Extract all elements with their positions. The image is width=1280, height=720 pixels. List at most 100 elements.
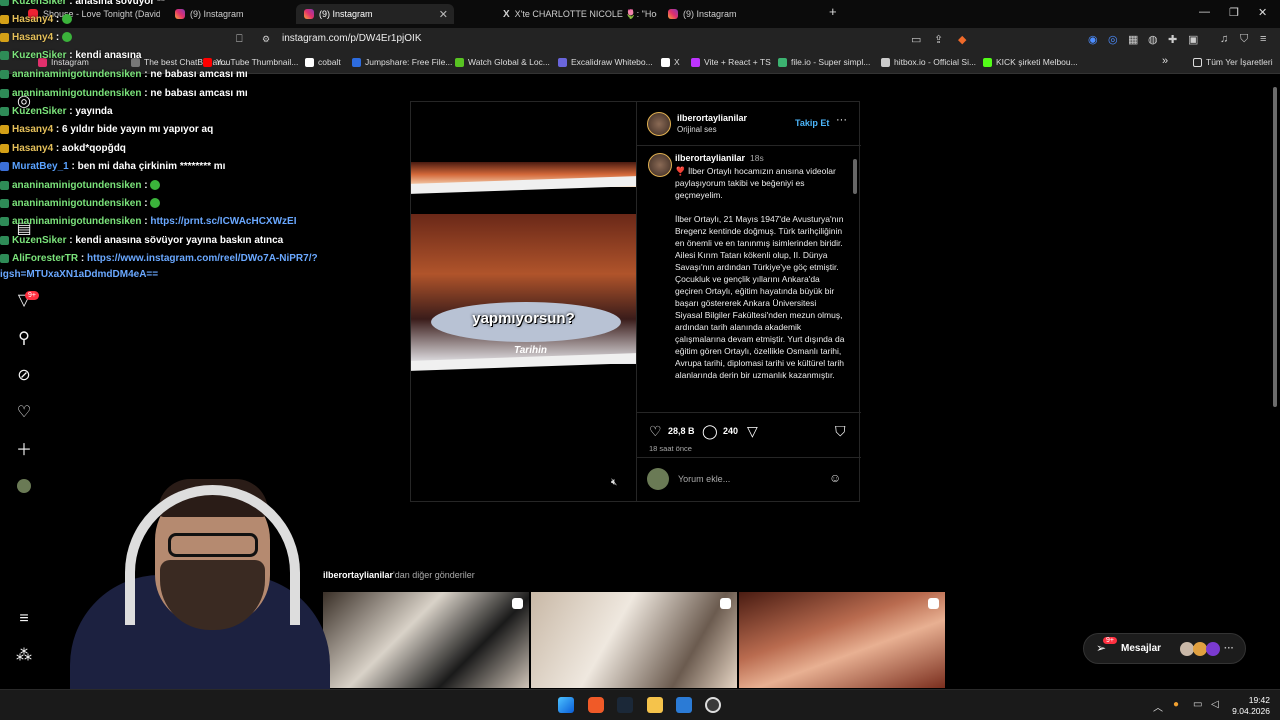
audio-label[interactable]: Orijinal ses [677,125,717,134]
chat-message: ananinaminigotundensiken : [0,180,161,191]
caption-scrollbar[interactable] [852,147,858,412]
author-name[interactable]: ilberortaylianilar [677,113,747,123]
extension-icon[interactable]: ▦ [1128,33,1138,46]
bookmarks-overflow-button[interactable]: » [1162,55,1168,67]
chat-link[interactable]: igsh=MTUxaXN1aDdmdDM4eA== [0,269,158,280]
chat-link[interactable]: https://prnt.sc/ICWAcHCXWzEI [150,216,296,227]
close-tab-icon[interactable]: ✕ [439,8,448,21]
comment-input[interactable]: Yorum ekle... [678,474,730,484]
author-avatar[interactable] [647,112,671,136]
chat-username[interactable]: ananinaminigotundensiken [12,216,141,227]
chat-badge-icon [0,180,9,190]
chat-username[interactable]: MuratBey_1 [12,161,69,172]
cast-icon[interactable]: ▭ [911,33,921,46]
chat-message: KuzenSiker : anasına sövüyor ** [0,0,165,7]
create-icon[interactable]: ＋ [15,442,33,460]
emoji-icon[interactable]: ☺ [829,471,841,485]
steam-icon[interactable] [617,697,633,713]
caption-author-avatar[interactable] [648,153,672,177]
all-bookmarks-button[interactable]: Tüm Yer İşaretleri [1193,57,1273,67]
brave-shield-icon[interactable]: ◆ [958,33,966,46]
more-post-thumbnail[interactable] [739,592,945,688]
minimize-icon[interactable]: — [1199,6,1210,18]
network-icon[interactable]: ▭ [1193,699,1202,710]
bookmark-item[interactable]: Vite + React + TS [691,57,771,67]
share-icon[interactable]: ▽ [747,423,758,440]
chat-username[interactable]: ananinaminigotundensiken [12,69,141,80]
close-window-icon[interactable]: ✕ [1258,6,1267,19]
bookmark-item[interactable]: Watch Global & Loc... [455,57,550,67]
chat-link[interactable]: https://www.instagram.com/reel/DWo7A-NiP… [87,253,318,264]
music-icon[interactable]: ♫ [1220,33,1228,45]
wallet-icon[interactable]: ⛉ [1240,33,1248,46]
tab-x[interactable]: X X'te CHARLOTTE NICOLE 🌷: "Hooo [495,4,657,24]
like-count[interactable]: 28,8 B [668,426,695,436]
profile-avatar[interactable] [15,479,33,497]
reel-icon [720,598,731,609]
tray-app-icon[interactable]: ● [1173,699,1179,710]
chat-message: ananinaminigotundensiken : ne babası amc… [0,88,248,99]
chat-username[interactable]: Hasany4 [12,32,53,43]
share-icon[interactable]: ⇪ [934,33,943,46]
caption-author[interactable]: ilberortaylianilar [675,153,745,163]
more-menu-icon[interactable]: ≡ [15,610,33,628]
bookmark-item[interactable]: file.io - Super simpl... [778,57,870,67]
chat-username[interactable]: KuzenSiker [12,106,66,117]
sidebar-icon[interactable]: ▣ [1188,33,1198,46]
save-bookmark-icon[interactable]: ⛉ [835,423,846,440]
chat-badge-icon [0,143,9,153]
windows-start-icon[interactable] [558,697,574,713]
bookmark-item[interactable]: Jumpshare: Free File... [352,57,452,67]
bookmark-item[interactable]: X [661,57,680,67]
notifications-heart-icon[interactable]: ♡ [15,404,33,422]
chat-username[interactable]: ananinaminigotundensiken [12,180,141,191]
app-icon[interactable] [705,697,721,713]
file-explorer-icon[interactable] [647,697,663,713]
also-from-meta-icon[interactable]: ⁂ [15,647,33,665]
maximize-icon[interactable]: ❐ [1229,6,1239,19]
chat-username[interactable]: KuzenSiker [12,50,66,61]
mute-icon[interactable]: 🔇︎ [611,477,617,488]
chat-text: : aokd*qopğdq [53,143,126,154]
chat-username[interactable]: ananinaminigotundensiken [12,198,141,209]
messages-button[interactable]: ➢ 9+ Mesajlar ··· [1083,633,1246,664]
comment-icon[interactable]: ◯ [702,423,718,440]
post-video[interactable]: yapmıyorsun? Tarihin 🔇︎ [411,102,636,501]
chat-username[interactable]: AliForesterTR [12,253,78,264]
follow-button[interactable]: Takip Et [795,118,829,128]
bookmark-item[interactable]: KICK şirketi Melbou... [983,57,1078,67]
extension-icon[interactable]: ◉ [1088,33,1098,46]
like-heart-icon[interactable]: ♡ [649,423,662,440]
chat-username[interactable]: ananinaminigotundensiken [12,88,141,99]
volume-icon[interactable]: ◁ [1211,699,1219,710]
tray-overflow-icon[interactable]: ︿ [1153,699,1163,714]
more-post-thumbnail[interactable] [323,592,529,688]
brave-browser-icon[interactable] [588,697,604,713]
chat-username[interactable]: Hasany4 [12,143,53,154]
new-tab-button[interactable]: + [829,4,837,19]
chat-badge-icon [0,14,9,24]
more-post-thumbnail[interactable] [531,592,737,688]
page-scrollbar[interactable] [1271,75,1279,689]
tab-instagram-3[interactable]: (9) Instagram [660,4,810,24]
more-options-icon[interactable]: ··· [836,114,847,126]
extension-icon[interactable]: ◍ [1148,33,1158,46]
bookmark-item[interactable]: hitbox.io - Official Si... [881,57,976,67]
bookmark-item[interactable]: Excalidraw Whitebo... [558,57,653,67]
chat-username[interactable]: Hasany4 [12,124,53,135]
system-clock[interactable]: 19:42 9.04.2026 [1230,695,1270,717]
messages-badge: 9+ [1103,637,1117,644]
store-icon[interactable] [676,697,692,713]
stream-chat-overlay: KuzenSiker : anasına sövüyor ** Hasany4 … [0,0,360,290]
comment-count: 240 [723,426,739,436]
chat-username[interactable]: Hasany4 [12,14,53,25]
menu-icon[interactable]: ≡ [1260,33,1266,45]
search-icon[interactable]: ⚲ [15,330,33,348]
chat-username[interactable]: KuzenSiker [12,235,66,246]
extensions-puzzle-icon[interactable]: ✚ [1168,33,1177,46]
extension-icon[interactable]: ◎ [1108,33,1118,46]
webcam-overlay [40,455,340,690]
chat-username[interactable]: KuzenSiker [12,0,66,7]
chat-text: : ne babası amcası mı [141,69,248,80]
explore-icon[interactable]: ⊘ [15,367,33,385]
